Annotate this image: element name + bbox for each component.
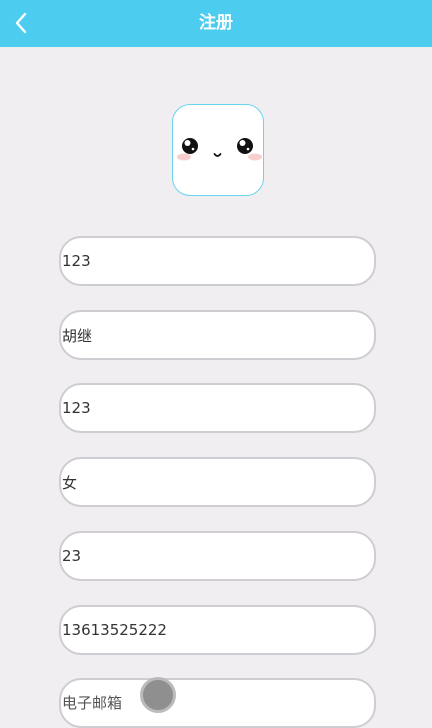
- avatar[interactable]: [172, 104, 264, 196]
- page-title: 注册: [199, 13, 233, 33]
- touch-indicator: [140, 677, 176, 713]
- username-input[interactable]: [61, 238, 374, 284]
- gender-field[interactable]: [59, 457, 376, 507]
- email-input[interactable]: [61, 680, 374, 726]
- password-field[interactable]: [59, 383, 376, 433]
- age-field[interactable]: [59, 531, 376, 581]
- kawaii-face-avatar-icon: [177, 138, 262, 161]
- app-header: 注册: [0, 0, 432, 47]
- real-name-input[interactable]: [61, 312, 374, 358]
- username-field[interactable]: [59, 236, 376, 286]
- phone-field[interactable]: [59, 605, 376, 655]
- gender-input[interactable]: [61, 459, 374, 505]
- phone-input[interactable]: [61, 607, 374, 653]
- age-input[interactable]: [61, 533, 374, 579]
- password-input[interactable]: [61, 385, 374, 431]
- real-name-field[interactable]: [59, 310, 376, 360]
- email-field[interactable]: [59, 678, 376, 728]
